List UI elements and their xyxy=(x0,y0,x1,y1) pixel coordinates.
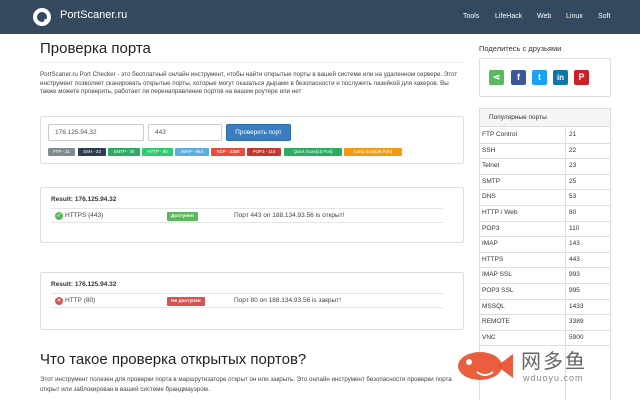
status-badge: Не доступен xyxy=(167,297,205,306)
brand-link[interactable]: PortScaner.ru xyxy=(60,9,127,21)
fish-logo-icon xyxy=(458,352,513,380)
port-number: 25 xyxy=(569,177,577,185)
port-name: REMOTE xyxy=(482,318,510,326)
status-badge: Доступен xyxy=(167,212,198,221)
quick-rdp-button[interactable]: RDP - 3389 xyxy=(211,148,245,156)
result-message: Порт 80 on 188.134.93.56 is закрыт! xyxy=(234,297,341,304)
result-title: Result: 176.125.94.32 xyxy=(51,281,117,288)
port-number: 1433 xyxy=(569,302,584,310)
result-service: HTTP (80) xyxy=(65,297,96,304)
logo-icon[interactable] xyxy=(33,8,51,26)
table-row-divider xyxy=(479,314,611,316)
table-row-divider xyxy=(479,220,611,222)
watermark-url: wduoyu.com xyxy=(523,373,584,383)
table-row-divider xyxy=(479,158,611,160)
nav-link-web[interactable]: Web xyxy=(537,13,551,20)
table-row-divider xyxy=(479,267,611,269)
quick-http-button[interactable]: HTTP - 80 xyxy=(142,148,173,156)
port-name: FTP Control xyxy=(482,131,517,138)
port-name: IMAP SSL xyxy=(482,271,512,279)
result-row: ✓ HTTPS (443) Доступен Порт 443 on 188.1… xyxy=(51,208,443,223)
quick-smtp-button[interactable]: SMTP - 25 xyxy=(108,148,140,156)
table-row-divider xyxy=(479,205,611,206)
port-number: 110 xyxy=(569,224,580,232)
share-title: Поделитесь с друзьями xyxy=(479,44,562,53)
port-input[interactable] xyxy=(148,124,222,141)
port-number: 23 xyxy=(569,162,577,170)
result-message: Порт 443 on 188.134.93.56 is открыт! xyxy=(234,212,345,219)
table-row-divider xyxy=(479,236,611,238)
section-text: Этот инструмент полезен для проверки пор… xyxy=(40,376,452,393)
port-number: 3389 xyxy=(569,318,584,326)
facebook-icon[interactable]: f xyxy=(511,70,526,85)
port-number: 53 xyxy=(569,193,577,201)
port-name: POP3 xyxy=(482,224,500,232)
nav-link-lifehack[interactable]: LifeHack xyxy=(495,13,522,20)
pinterest-icon[interactable]: P xyxy=(574,70,589,85)
port-number: 21 xyxy=(569,131,577,138)
watermark-text: 网多鱼 xyxy=(521,349,587,373)
port-number: 22 xyxy=(569,146,577,154)
cross-icon: ✕ xyxy=(55,297,63,305)
twitter-icon[interactable]: t xyxy=(532,70,547,85)
nav-link-linux[interactable]: Linux xyxy=(566,13,583,20)
port-name: POP3 SSL xyxy=(482,287,514,294)
port-number: 995 xyxy=(569,287,580,294)
port-number: 5900 xyxy=(569,333,584,341)
port-name: HTTPS xyxy=(482,255,504,263)
share-icon[interactable]: ⋖ xyxy=(489,70,504,85)
port-name: SSH xyxy=(482,146,496,154)
nav-link-tools[interactable]: Tools xyxy=(463,13,479,20)
port-number: 993 xyxy=(569,271,580,279)
port-number: 443 xyxy=(569,255,580,263)
page-title: Проверка порта xyxy=(40,40,151,57)
quick-ssh-button[interactable]: SSH - 22 xyxy=(78,148,106,156)
table-row-divider xyxy=(479,298,611,300)
quick-scan-button[interactable]: Quick Scan[15 Port] xyxy=(284,148,342,156)
port-number: 80 xyxy=(569,209,577,216)
result-row: ✕ HTTP (80) Не доступен Порт 80 on 188.1… xyxy=(51,293,443,308)
port-name: HTTP / Web xyxy=(482,209,518,216)
ip-input[interactable] xyxy=(48,124,144,141)
port-name: SMTP xyxy=(482,177,501,185)
port-name: MSSQL xyxy=(482,302,505,310)
quick-ftp-button[interactable]: FTP - 21 xyxy=(48,148,75,156)
table-row-divider xyxy=(479,189,611,191)
result-title: Result: 176.125.94.32 xyxy=(51,196,117,203)
port-name: IMAP xyxy=(482,240,498,248)
quick-imap-button[interactable]: IMAP - 993 xyxy=(175,148,209,156)
table-row-divider xyxy=(479,283,611,284)
check-port-button[interactable]: Проверить порт xyxy=(226,124,291,141)
check-icon: ✓ xyxy=(55,212,63,220)
port-name: DNS xyxy=(482,193,496,201)
table-row-divider xyxy=(479,142,611,144)
linkedin-icon[interactable]: in xyxy=(553,70,568,85)
divider xyxy=(40,62,464,63)
port-name: VNC xyxy=(482,333,496,341)
table-row-divider xyxy=(479,329,611,331)
port-name: Telnet xyxy=(482,162,500,170)
table-row-divider xyxy=(479,173,611,175)
nav-link-soft[interactable]: Soft xyxy=(598,13,610,20)
popular-ports-title: Популярные порты xyxy=(479,108,611,127)
intro-text: PortScaner.ru Port Checker - это бесплат… xyxy=(40,71,458,96)
long-scan-button[interactable]: Long Scan[36 Port] xyxy=(344,148,402,156)
section-heading: Что такое проверка открытых портов? xyxy=(40,351,307,368)
table-row-divider xyxy=(479,251,611,253)
quick-pop3-button[interactable]: POP3 - 110 xyxy=(247,148,281,156)
result-service: HTTPS (443) xyxy=(65,212,104,219)
port-number: 143 xyxy=(569,240,580,248)
